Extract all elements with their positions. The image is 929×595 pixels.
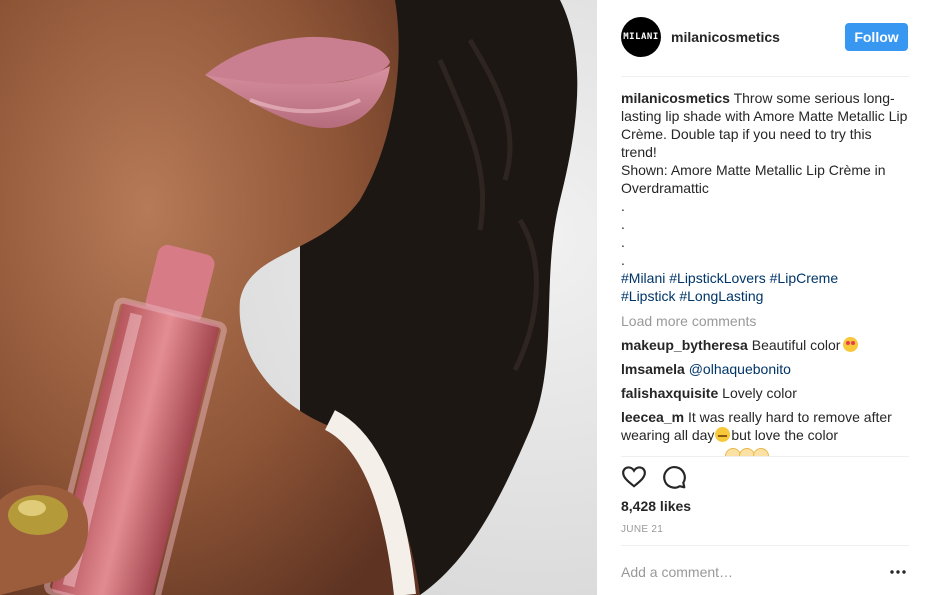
ellipsis-icon[interactable]: [887, 563, 909, 581]
hashtag-list: #Milani #LipstickLovers #LipCreme #Lipst…: [621, 269, 911, 305]
likes-count[interactable]: 8,428 likes: [621, 498, 691, 514]
comment-username-link[interactable]: lmsamela: [621, 361, 685, 377]
load-more-comments-button[interactable]: Load more comments: [621, 312, 911, 330]
speech-bubble-icon[interactable]: [661, 464, 689, 492]
cut-off-comment: [621, 448, 911, 456]
lip-creme-photo: [0, 0, 597, 595]
profile-avatar[interactable]: MILANI: [621, 17, 661, 57]
caption-username-link[interactable]: milanicosmetics: [621, 90, 730, 106]
follow-button[interactable]: Follow: [845, 23, 908, 51]
caption-shown-line: Shown: Amore Matte Metallic Lip Crème in…: [621, 162, 886, 196]
comment-text: Lovely color: [722, 385, 797, 401]
hashtag-link[interactable]: #Milani: [621, 270, 665, 286]
profile-username-link[interactable]: milanicosmetics: [671, 29, 780, 45]
caption-dot: .: [621, 198, 625, 214]
comment-username-link[interactable]: leecea_m: [621, 409, 684, 425]
heart-eyes-emoji-icon: [843, 337, 859, 352]
comment-item: leecea_m It was really hard to remove af…: [621, 408, 911, 444]
post-caption: milanicosmetics Throw some serious long-…: [621, 89, 911, 305]
add-comment-divider: [621, 545, 909, 546]
caption-dot: .: [621, 216, 625, 232]
add-comment-input[interactable]: [621, 562, 886, 582]
avatar-logo-text: MILANI: [623, 32, 659, 42]
instagram-post: MILANI milanicosmetics Follow milanicosm…: [0, 0, 929, 595]
comments-divider: [621, 456, 909, 457]
hashtag-link[interactable]: #Lipstick: [621, 288, 675, 304]
heart-icon[interactable]: [621, 464, 649, 492]
comment-item: makeup_bytheresa Beautiful color: [621, 336, 911, 354]
header-divider: [621, 76, 909, 77]
caption-dot: .: [621, 234, 625, 250]
comment-text: but love the color: [731, 427, 839, 443]
comments-section: milanicosmetics Throw some serious long-…: [621, 89, 911, 456]
comment-item: falishaxquisite Lovely color: [621, 384, 911, 402]
post-details-panel: MILANI milanicosmetics Follow milanicosm…: [597, 0, 929, 595]
hashtag-link[interactable]: #LongLasting: [679, 288, 763, 304]
sweat-smile-emoji-icon: [715, 427, 731, 442]
comment-username-link[interactable]: falishaxquisite: [621, 385, 718, 401]
post-photo[interactable]: [0, 0, 597, 595]
post-header: MILANI milanicosmetics Follow: [597, 0, 929, 76]
mention-link[interactable]: @olhaquebonito: [689, 361, 791, 377]
post-date[interactable]: JUNE 21: [621, 524, 663, 535]
hashtag-link[interactable]: #LipCreme: [770, 270, 838, 286]
comment-text: Beautiful color: [751, 337, 841, 353]
comment-username-link[interactable]: makeup_bytheresa: [621, 337, 748, 353]
caption-dot: .: [621, 252, 625, 268]
comment-item: lmsamela @olhaquebonito: [621, 360, 911, 378]
hashtag-link[interactable]: #LipstickLovers: [669, 270, 766, 286]
